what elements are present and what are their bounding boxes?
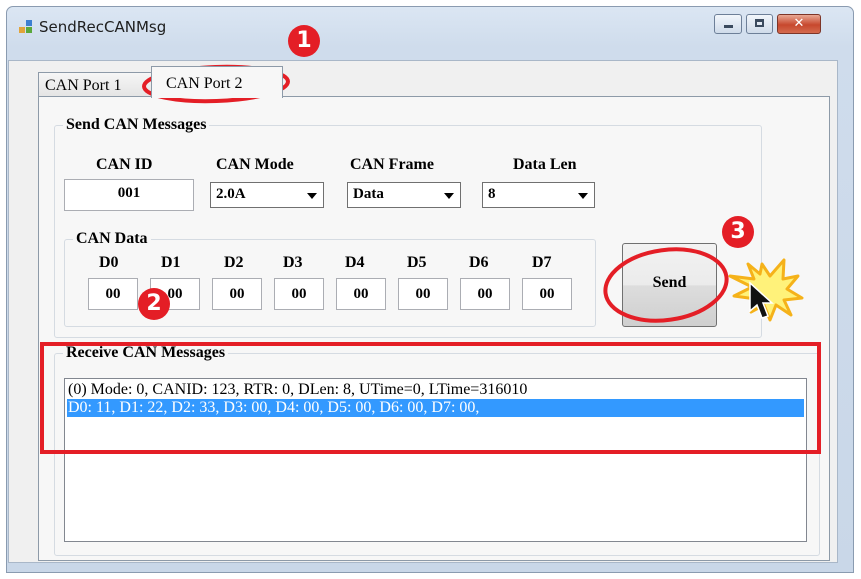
highlight-ring-send xyxy=(603,247,729,323)
step-3-badge: 3 xyxy=(722,216,754,248)
step-2-badge: 2 xyxy=(138,288,170,320)
tab-can-port-2[interactable]: CAN Port 2 xyxy=(151,66,283,98)
annotation-overlay xyxy=(142,64,804,323)
step-1-badge: 1 xyxy=(288,25,320,57)
